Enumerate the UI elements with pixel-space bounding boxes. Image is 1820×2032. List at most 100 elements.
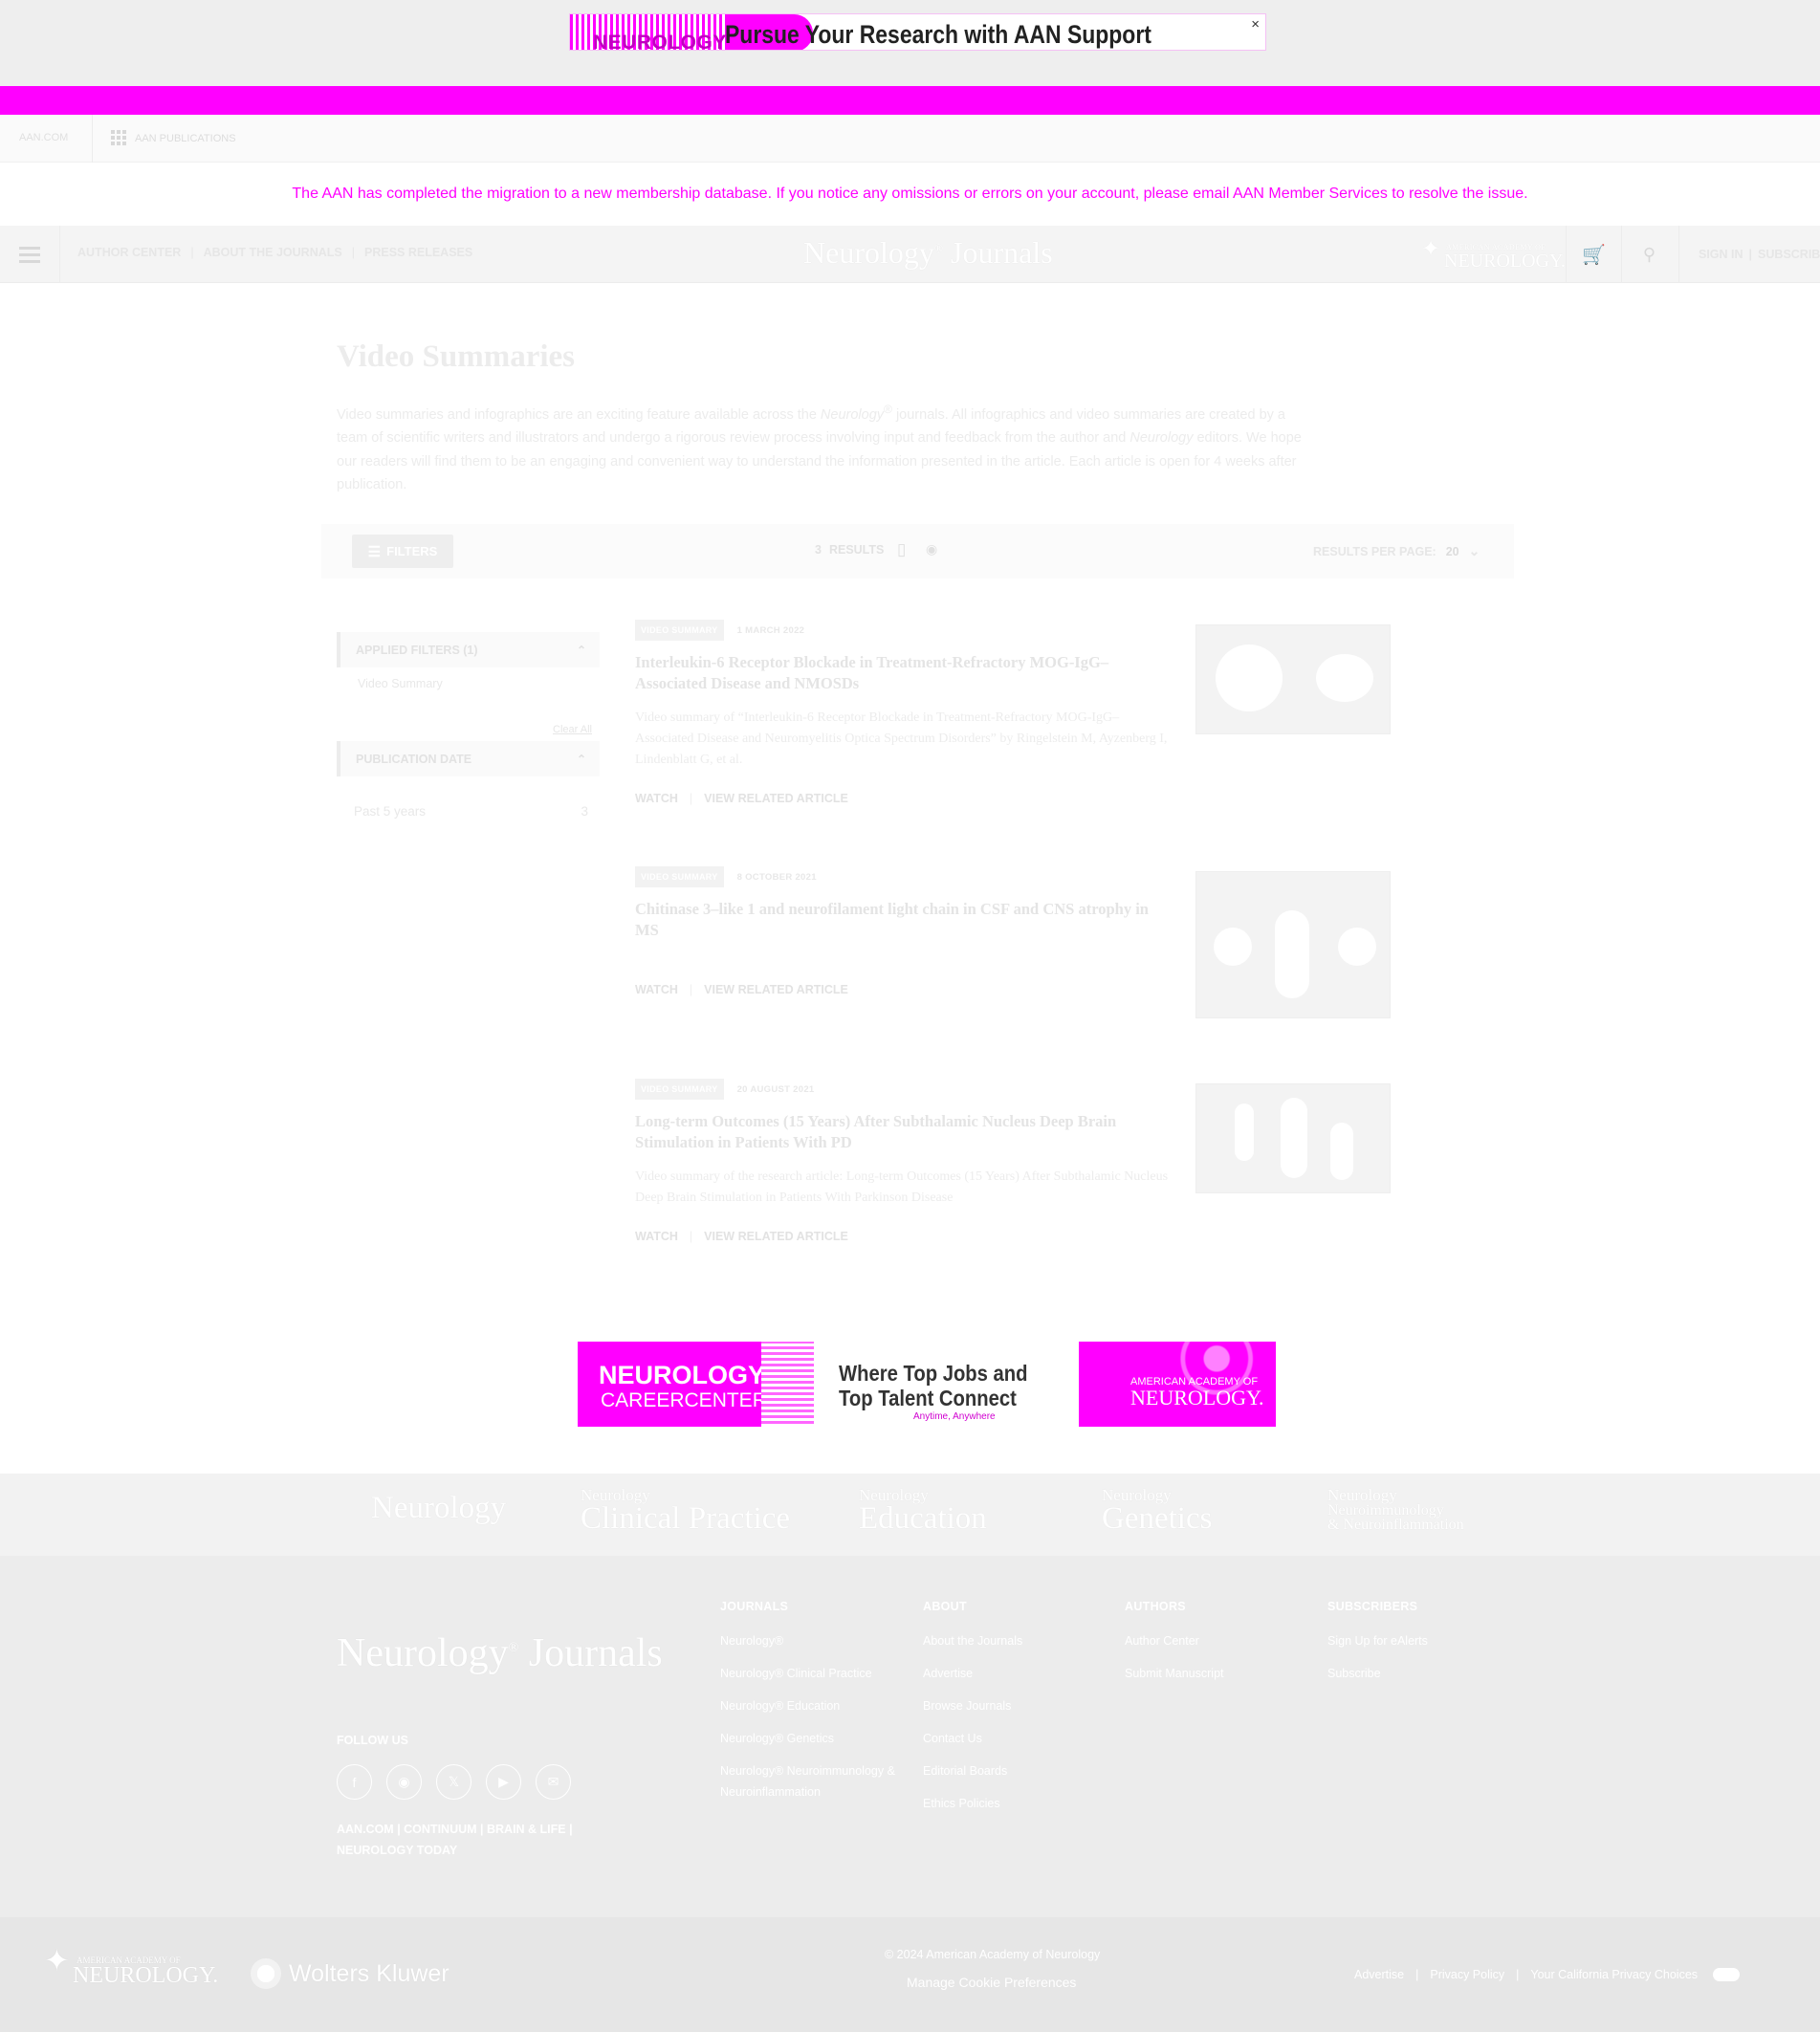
talent-connect-ad[interactable]: Where Top Jobs and Top Talent Connect An… <box>831 1342 1065 1427</box>
search-icon[interactable]: ⚲ <box>1621 226 1677 283</box>
result-title[interactable]: Long-term Outcomes (15 Years) After Subt… <box>635 1111 1171 1153</box>
results-per-page[interactable]: RESULTS PER PAGE: 20 ⌄ <box>1313 543 1480 559</box>
footer-link[interactable]: Subscribe <box>1327 1663 1519 1684</box>
youtube-icon[interactable]: ▶ <box>486 1764 521 1800</box>
journals-strip: Neurology Neurology Clinical Practice Ne… <box>0 1474 1820 1556</box>
subscribe-link[interactable]: SUBSCRIBE <box>1758 248 1820 261</box>
footer-link[interactable]: Browse Journals <box>923 1695 1114 1716</box>
thumb-shape <box>1214 928 1252 966</box>
watch-link[interactable]: WATCH <box>635 1230 678 1243</box>
watch-link[interactable]: WATCH <box>635 983 678 996</box>
applied-filter-video-summary[interactable]: Video Summary <box>337 667 600 690</box>
utility-divider <box>92 115 93 163</box>
view-related-article-link[interactable]: VIEW RELATED ARTICLE <box>704 792 848 805</box>
rss-icon[interactable]: ◉ <box>386 1764 422 1800</box>
journal-logo-neuroimmunology[interactable]: Neurology Neuroimmunology & Neuroinflamm… <box>1327 1487 1464 1533</box>
thumb-shape <box>1330 1123 1353 1180</box>
top-ad-zone: NEUROLOGY Pursue Your Research with AAN … <box>0 0 1820 86</box>
aan-ad-big: NEUROLOGY. <box>1130 1386 1264 1409</box>
result-title[interactable]: Interleukin-6 Receptor Blockade in Treat… <box>635 652 1171 694</box>
applied-filters-label: APPLIED FILTERS (1) <box>356 643 478 657</box>
journal-logo-education[interactable]: Neurology Education <box>859 1487 987 1535</box>
ad-close-icon[interactable]: × <box>1251 16 1260 33</box>
footer-link[interactable]: Author Center <box>1125 1630 1316 1651</box>
career-ad-line1: NEUROLOGY <box>599 1361 766 1389</box>
filters-button[interactable]: ☰ FILTERS <box>352 535 453 568</box>
header-nav: AUTHOR CENTER | ABOUT THE JOURNALS | PRE… <box>77 246 472 259</box>
follow-us-label: FOLLOW US <box>337 1734 408 1747</box>
footer-link[interactable]: Sign Up for eAlerts <box>1327 1630 1519 1651</box>
aan-brand-ad[interactable]: AMERICAN ACADEMY OF NEUROLOGY. <box>1079 1342 1276 1427</box>
x-twitter-icon[interactable]: 𝕏 <box>436 1764 471 1800</box>
aan-logo[interactable]: ✦ AMERICAN ACADEMY OF NEUROLOGY. <box>1421 235 1566 273</box>
footer-link[interactable]: Neurology® Clinical Practice <box>720 1663 911 1684</box>
career-center-ad[interactable]: NEUROLOGY CAREERCENTER <box>578 1342 814 1427</box>
view-related-article-link[interactable]: VIEW RELATED ARTICLE <box>704 983 848 996</box>
footer-logo[interactable]: Neurology® Journals <box>337 1630 663 1676</box>
nav-author-center[interactable]: AUTHOR CENTER <box>77 246 181 259</box>
type-badge: VIDEO SUMMARY <box>635 866 724 887</box>
rss-icon[interactable]: ◉ <box>926 541 937 557</box>
privacy-toggle-icon[interactable] <box>1713 1968 1741 1981</box>
footer-brand-suffix: Journals <box>518 1631 663 1675</box>
aan-footer-logo[interactable]: ✦ AMERICAN ACADEMY OF NEUROLOGY. <box>44 1942 218 1990</box>
chevron-down-icon: ⌄ <box>1468 543 1480 558</box>
aan-com-link[interactable]: AAN.COM <box>19 132 68 143</box>
video-thumbnail[interactable] <box>1195 1083 1391 1193</box>
video-thumbnail[interactable] <box>1195 871 1391 1018</box>
journal-logo-genetics[interactable]: Neurology Genetics <box>1102 1487 1212 1535</box>
date-option-past-5-years[interactable]: Past 5 years 3 <box>354 804 588 819</box>
facebook-icon[interactable]: f <box>337 1764 372 1800</box>
thumb-shape <box>1275 910 1309 998</box>
footer-link[interactable]: Neurology® Education <box>720 1695 911 1716</box>
footer-link[interactable]: Ethics Policies <box>923 1793 1114 1814</box>
footer-link[interactable]: Contact Us <box>923 1728 1114 1749</box>
per-page-value: 20 <box>1445 545 1459 558</box>
apps-grid-icon[interactable] <box>111 130 126 145</box>
partner-links[interactable]: AAN.COM | CONTINUUM | BRAIN & LIFE | NEU… <box>337 1819 614 1861</box>
footer-brand-name: Neurology <box>337 1631 509 1675</box>
list-item: VIDEO SUMMARY 20 AUGUST 2021 Long-term O… <box>635 1079 1171 1243</box>
advertise-link[interactable]: Advertise <box>1354 1968 1404 1981</box>
footer-col-heading: JOURNALS <box>720 1600 789 1613</box>
email-icon[interactable]: ✉ <box>536 1764 571 1800</box>
applied-filters-header[interactable]: APPLIED FILTERS (1) ⌃ <box>337 632 600 667</box>
footer-col-subscribers: SUBSCRIBERS Sign Up for eAlerts Subscrib… <box>1327 1600 1519 1695</box>
privacy-policy-link[interactable]: Privacy Policy <box>1430 1968 1504 1981</box>
publication-date-header[interactable]: PUBLICATION DATE ⌃ <box>337 741 600 776</box>
thumb-shape <box>1338 928 1376 966</box>
footer-link[interactable]: Neurology® Genetics <box>720 1728 911 1749</box>
ad-logo-text: NEUROLOGY <box>593 32 727 51</box>
partner-links-line2[interactable]: NEUROLOGY TODAY <box>337 1840 614 1861</box>
menu-icon[interactable] <box>0 226 60 283</box>
talent-ad-line2: Top Talent Connect <box>839 1386 1017 1410</box>
footer-link[interactable]: Editorial Boards <box>923 1760 1114 1781</box>
wolters-kluwer-logo[interactable]: Wolters Kluwer <box>251 1958 450 1989</box>
footer-col-journals: JOURNALS Neurology® Neurology® Clinical … <box>720 1600 911 1814</box>
manage-cookie-link[interactable]: Manage Cookie Preferences <box>907 1975 1076 1990</box>
results-label: RESULTS <box>828 543 885 557</box>
footer-link[interactable]: About the Journals <box>923 1630 1114 1651</box>
nav-press-releases[interactable]: PRESS RELEASES <box>364 246 472 259</box>
journal-logo-clinical-practice[interactable]: Neurology Clinical Practice <box>581 1487 790 1535</box>
bookmark-icon[interactable]: ▯ <box>897 540 906 559</box>
nav-about-journals[interactable]: ABOUT THE JOURNALS <box>204 246 342 259</box>
sign-in-link[interactable]: SIGN IN <box>1699 248 1743 261</box>
footer-link[interactable]: Submit Manuscript <box>1125 1663 1316 1684</box>
view-related-article-link[interactable]: VIEW RELATED ARTICLE <box>704 1230 848 1243</box>
cart-icon[interactable]: 🛒 <box>1566 226 1621 283</box>
result-title[interactable]: Chitinase 3–like 1 and neurofilament lig… <box>635 899 1171 941</box>
clear-all-link[interactable]: Clear All <box>553 724 592 735</box>
top-banner-ad[interactable]: NEUROLOGY Pursue Your Research with AAN … <box>569 13 1266 51</box>
journal-logo-neurology[interactable]: Neurology <box>371 1493 506 1524</box>
aan-publications-link[interactable]: AAN PUBLICATIONS <box>135 133 236 144</box>
footer-link[interactable]: Neurology® <box>720 1630 911 1651</box>
site-logo[interactable]: Neurology® Journals <box>803 235 1053 271</box>
watch-link[interactable]: WATCH <box>635 792 678 805</box>
partner-links-line1[interactable]: AAN.COM | CONTINUUM | BRAIN & LIFE | <box>337 1819 614 1840</box>
talent-ad-line1: Where Top Jobs and <box>839 1361 1028 1386</box>
footer-link[interactable]: Neurology® Neuroimmunology & Neuroinflam… <box>720 1760 897 1803</box>
footer-link[interactable]: Advertise <box>923 1663 1114 1684</box>
video-thumbnail[interactable] <box>1195 624 1391 734</box>
california-privacy-link[interactable]: Your California Privacy Choices <box>1530 1968 1698 1981</box>
